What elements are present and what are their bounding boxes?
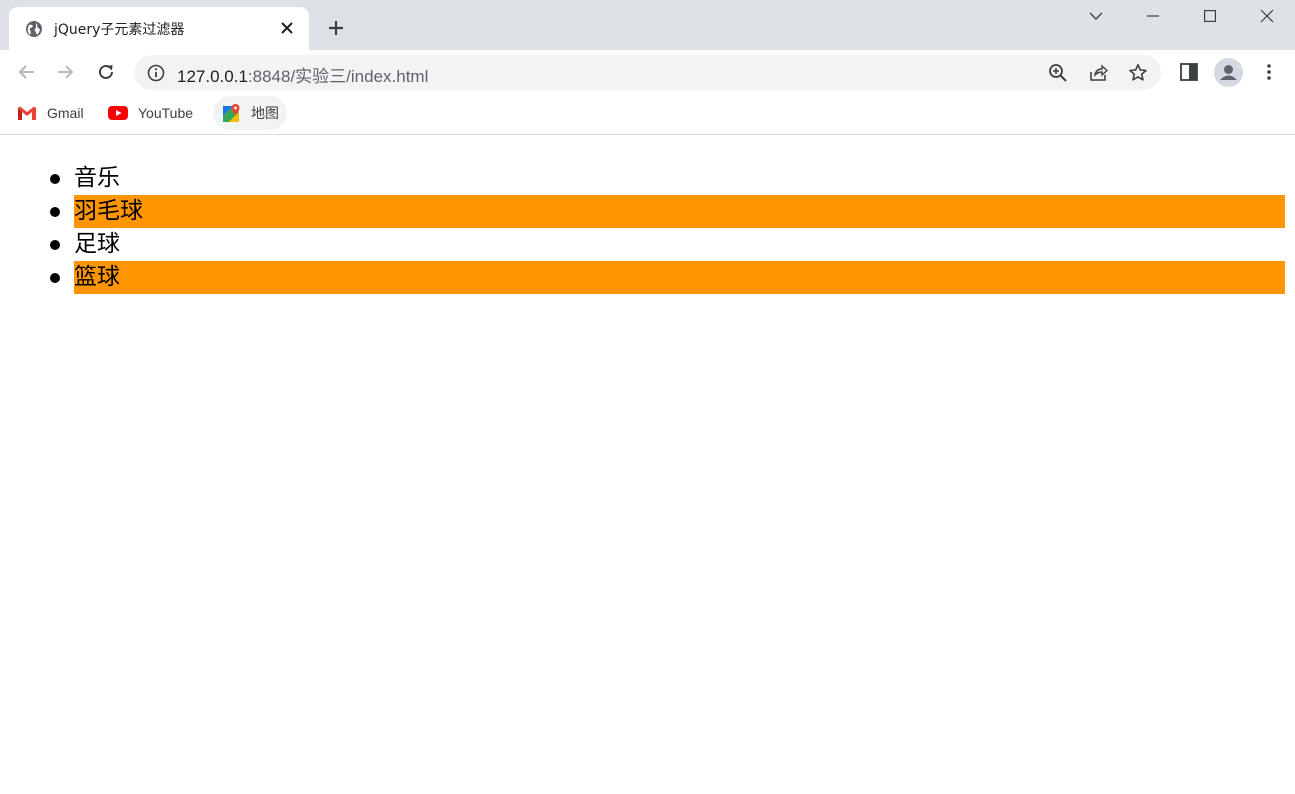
new-tab-button[interactable] bbox=[324, 16, 348, 40]
bookmark-youtube[interactable]: YouTube bbox=[100, 96, 201, 130]
youtube-icon bbox=[108, 103, 128, 123]
maximize-icon[interactable] bbox=[1182, 0, 1238, 32]
globe-icon bbox=[25, 20, 43, 38]
more-menu-icon[interactable] bbox=[1256, 59, 1282, 85]
list-item-label: 羽毛球 bbox=[74, 198, 143, 224]
bullet-dot bbox=[50, 207, 60, 217]
site-info-icon[interactable] bbox=[147, 64, 165, 82]
maps-icon bbox=[221, 103, 241, 123]
list-item-label: 足球 bbox=[74, 231, 120, 257]
bookmark-gmail[interactable]: Gmail bbox=[9, 96, 92, 130]
list-item: 足球 bbox=[50, 228, 1285, 261]
side-panel-icon[interactable] bbox=[1176, 59, 1202, 85]
bookmark-label: 地图 bbox=[251, 105, 279, 121]
bookmark-star-icon[interactable] bbox=[1127, 62, 1149, 84]
bookmarks-bar: Gmail YouTube 地图 bbox=[0, 95, 1295, 135]
hobby-list: 音乐 羽毛球 足球 篮球 bbox=[50, 162, 1285, 294]
back-arrow-icon[interactable] bbox=[12, 58, 40, 86]
browser-toolbar: 127.0.0.1:8848/实验三/index.html bbox=[0, 50, 1295, 95]
zoom-icon[interactable] bbox=[1047, 62, 1069, 84]
browser-tab[interactable]: jQuery子元素过滤器 bbox=[9, 7, 309, 50]
bullet-dot bbox=[50, 240, 60, 250]
bullet-dot bbox=[50, 273, 60, 283]
minimize-icon[interactable] bbox=[1125, 0, 1181, 32]
bookmark-label: Gmail bbox=[47, 105, 84, 121]
tab-search-chevron-icon[interactable] bbox=[1068, 0, 1124, 32]
list-item-label: 音乐 bbox=[74, 165, 120, 191]
tab-strip: jQuery子元素过滤器 bbox=[0, 0, 1295, 50]
gmail-icon bbox=[17, 103, 37, 123]
list-item-label: 篮球 bbox=[74, 264, 120, 290]
address-bar[interactable]: 127.0.0.1:8848/实验三/index.html bbox=[134, 55, 1161, 90]
bullet-dot bbox=[50, 174, 60, 184]
bookmark-label: YouTube bbox=[138, 105, 194, 121]
url-text: 127.0.0.1:8848/实验三/index.html bbox=[177, 62, 428, 87]
page-content: 音乐 羽毛球 足球 篮球 bbox=[0, 136, 1295, 794]
reload-icon[interactable] bbox=[92, 58, 120, 86]
url-host: 127.0.0.1 bbox=[177, 67, 248, 86]
list-item: 音乐 bbox=[50, 162, 1285, 195]
profile-avatar-icon[interactable] bbox=[1214, 58, 1243, 87]
forward-arrow-icon[interactable] bbox=[52, 58, 80, 86]
tab-title: jQuery子元素过滤器 bbox=[54, 22, 185, 38]
list-item-highlighted: 篮球 bbox=[50, 261, 1285, 294]
url-path: :8848/实验三/index.html bbox=[247, 67, 429, 86]
bookmark-maps[interactable]: 地图 bbox=[213, 96, 287, 130]
close-window-icon[interactable] bbox=[1239, 0, 1295, 32]
share-icon[interactable] bbox=[1087, 62, 1109, 84]
list-item-highlighted: 羽毛球 bbox=[50, 195, 1285, 228]
close-tab-icon[interactable] bbox=[277, 18, 297, 38]
